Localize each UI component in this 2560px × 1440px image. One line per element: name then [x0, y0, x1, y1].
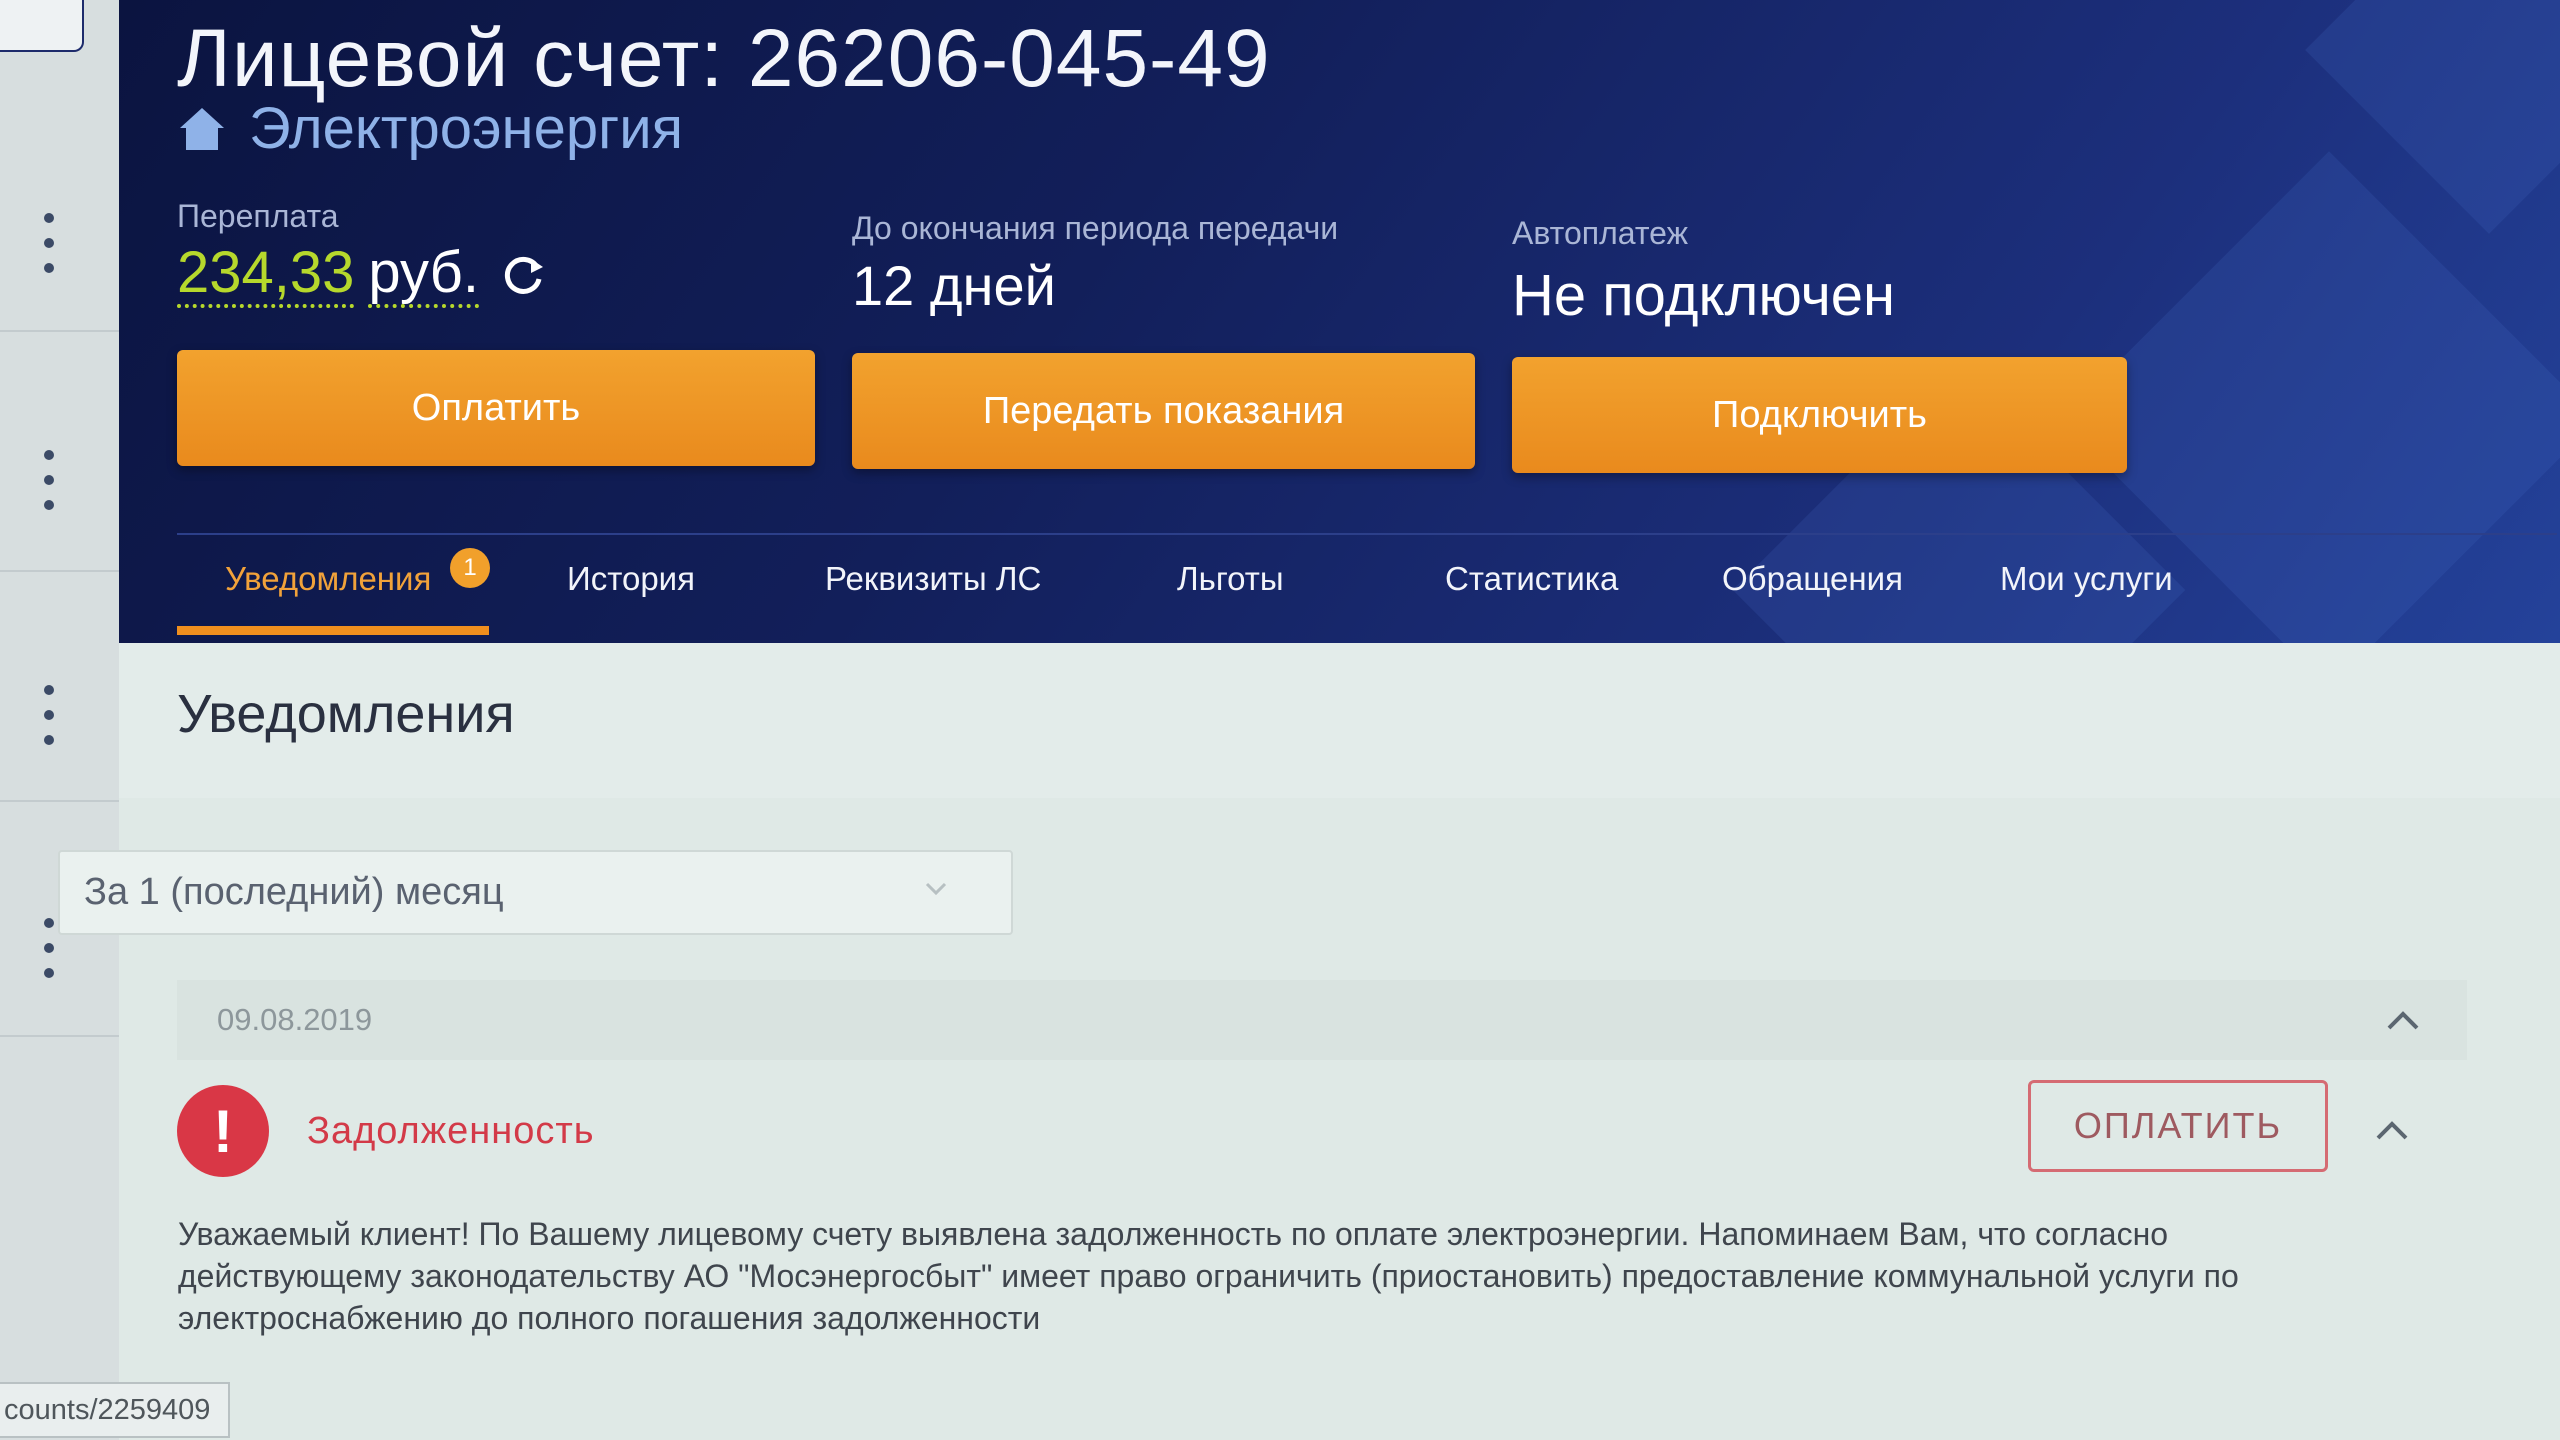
- notification-date: 09.08.2019: [217, 1002, 373, 1037]
- alert-message: Уважаемый клиент! По Вашему лицевому сче…: [178, 1216, 2239, 1336]
- period-value: 12 дней: [852, 254, 1056, 317]
- rail-divider: [0, 1035, 119, 1037]
- pay-button[interactable]: Оплатить: [177, 350, 815, 466]
- balance-amount: 234,33: [177, 242, 355, 308]
- tab-my-services[interactable]: Мои услуги: [2000, 560, 2173, 598]
- kebab-menu-icon[interactable]: [40, 685, 58, 745]
- tab-statistics[interactable]: Статистика: [1445, 560, 1618, 598]
- section-title: Уведомления: [177, 684, 515, 744]
- period-label: До окончания периода передачи: [852, 210, 1339, 246]
- rail-divider: [0, 330, 119, 332]
- tab-notifications[interactable]: Уведомления 1: [225, 548, 490, 598]
- kebab-menu-icon[interactable]: [40, 213, 58, 273]
- notification-badge: 1: [450, 548, 490, 588]
- rail-divider: [0, 570, 119, 572]
- kebab-menu-icon[interactable]: [40, 918, 58, 978]
- service-type: Электроэнергия: [177, 95, 683, 162]
- status-bar-url: counts/2259409: [0, 1382, 231, 1438]
- connect-autopay-button[interactable]: Подключить: [1512, 357, 2127, 473]
- alert-title: Задолженность: [307, 1110, 595, 1152]
- account-header: Лицевой счет: 26206-045-49 Электроэнерги…: [119, 0, 2560, 643]
- chevron-up-icon[interactable]: [2372, 1116, 2412, 1144]
- period-filter-value: За 1 (последний) месяц: [84, 871, 504, 913]
- autopay-label: Автоплатеж: [1512, 215, 1688, 251]
- account-tabs: Уведомления 1 История Реквизиты ЛС Льгот…: [177, 540, 2557, 643]
- left-rail: [0, 0, 119, 1440]
- chevron-up-icon[interactable]: [2383, 1006, 2423, 1034]
- balance-label: Переплата: [177, 198, 339, 234]
- service-name: Электроэнергия: [249, 96, 684, 161]
- rail-divider: [0, 800, 119, 802]
- balance-value: 234,33 руб.: [177, 242, 549, 308]
- tab-history[interactable]: История: [567, 560, 695, 598]
- autopay-value: Не подключен: [1512, 263, 1896, 328]
- kebab-menu-icon[interactable]: [40, 450, 58, 510]
- refresh-icon[interactable]: [497, 249, 549, 301]
- tab-benefits[interactable]: Льготы: [1177, 560, 1284, 598]
- tab-label: Уведомления: [225, 560, 432, 597]
- tab-requisites[interactable]: Реквизиты ЛС: [825, 560, 1041, 598]
- period-filter-select[interactable]: За 1 (последний) месяц: [58, 850, 1013, 935]
- submit-readings-button[interactable]: Передать показания: [852, 353, 1475, 469]
- active-tab-indicator: [177, 626, 489, 635]
- account-title: Лицевой счет: 26206-045-49: [177, 13, 1271, 104]
- chevron-down-icon: [925, 882, 947, 896]
- balance-unit: руб.: [368, 242, 479, 308]
- home-icon: [180, 107, 224, 150]
- tab-requests[interactable]: Обращения: [1722, 560, 1903, 598]
- rail-tab[interactable]: [0, 0, 84, 52]
- exclamation-icon: !: [177, 1085, 269, 1177]
- notification-date-row[interactable]: 09.08.2019: [177, 980, 2467, 1060]
- alert-pay-button[interactable]: ОПЛАТИТЬ: [2028, 1080, 2328, 1172]
- header-divider: [177, 533, 2557, 535]
